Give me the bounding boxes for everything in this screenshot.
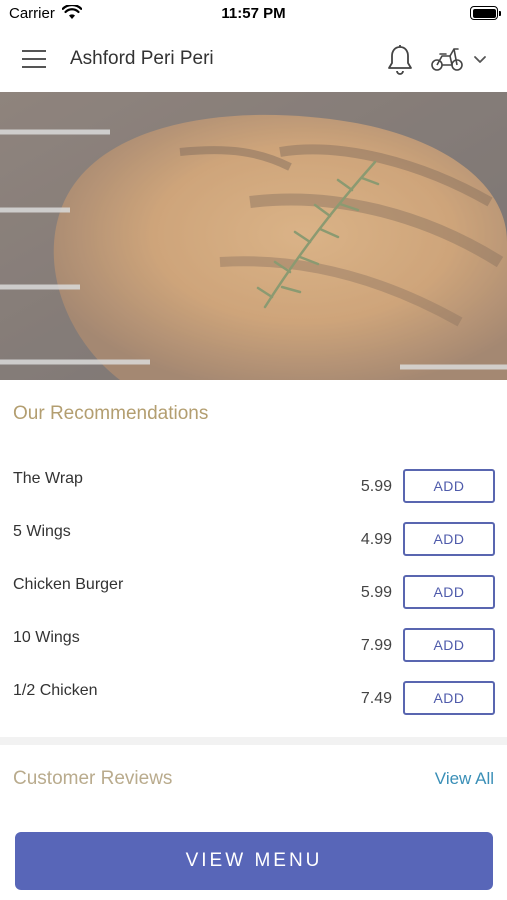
view-all-link[interactable]: View All <box>435 769 494 789</box>
bell-icon[interactable] <box>386 44 414 76</box>
list-item: 1/2 Chicken 7.49 ADD <box>0 670 507 723</box>
item-name: 10 Wings <box>13 629 80 646</box>
section-divider <box>0 737 507 745</box>
scooter-icon[interactable] <box>430 46 464 72</box>
menu-icon[interactable] <box>22 50 48 70</box>
list-item: 5 Wings 4.99 ADD <box>0 511 507 564</box>
add-button[interactable]: ADD <box>403 681 495 715</box>
clock: 11:57 PM <box>221 5 286 22</box>
item-price: 5.99 <box>360 584 392 601</box>
add-button[interactable]: ADD <box>403 575 495 609</box>
add-button[interactable]: ADD <box>403 469 495 503</box>
item-price: 7.99 <box>360 637 392 654</box>
item-name: Chicken Burger <box>13 576 124 593</box>
item-name: The Wrap <box>13 470 83 487</box>
hero-food-image <box>0 92 507 380</box>
reviews-heading: Customer Reviews <box>13 768 173 789</box>
item-price: 7.49 <box>360 690 392 707</box>
item-name: 5 Wings <box>13 523 71 540</box>
list-item: The Wrap 5.99 ADD <box>0 458 507 511</box>
restaurant-title: Ashford Peri Peri <box>70 48 214 69</box>
add-button[interactable]: ADD <box>403 628 495 662</box>
app-header: Ashford Peri Peri <box>0 28 507 92</box>
recommendations-list: The Wrap 5.99 ADD 5 Wings 4.99 ADD Chick… <box>0 458 507 723</box>
item-name: 1/2 Chicken <box>13 682 98 699</box>
list-item: Chicken Burger 5.99 ADD <box>0 564 507 617</box>
add-button[interactable]: ADD <box>403 522 495 556</box>
chevron-down-icon[interactable] <box>472 52 488 66</box>
recommendations-heading: Our Recommendations <box>13 403 209 424</box>
view-menu-button[interactable]: VIEW MENU <box>15 832 493 890</box>
status-bar: Carrier 11:57 PM <box>0 0 507 28</box>
list-item: 10 Wings 7.99 ADD <box>0 617 507 670</box>
battery-icon <box>470 6 501 20</box>
item-price: 5.99 <box>360 478 392 495</box>
item-price: 4.99 <box>360 531 392 548</box>
